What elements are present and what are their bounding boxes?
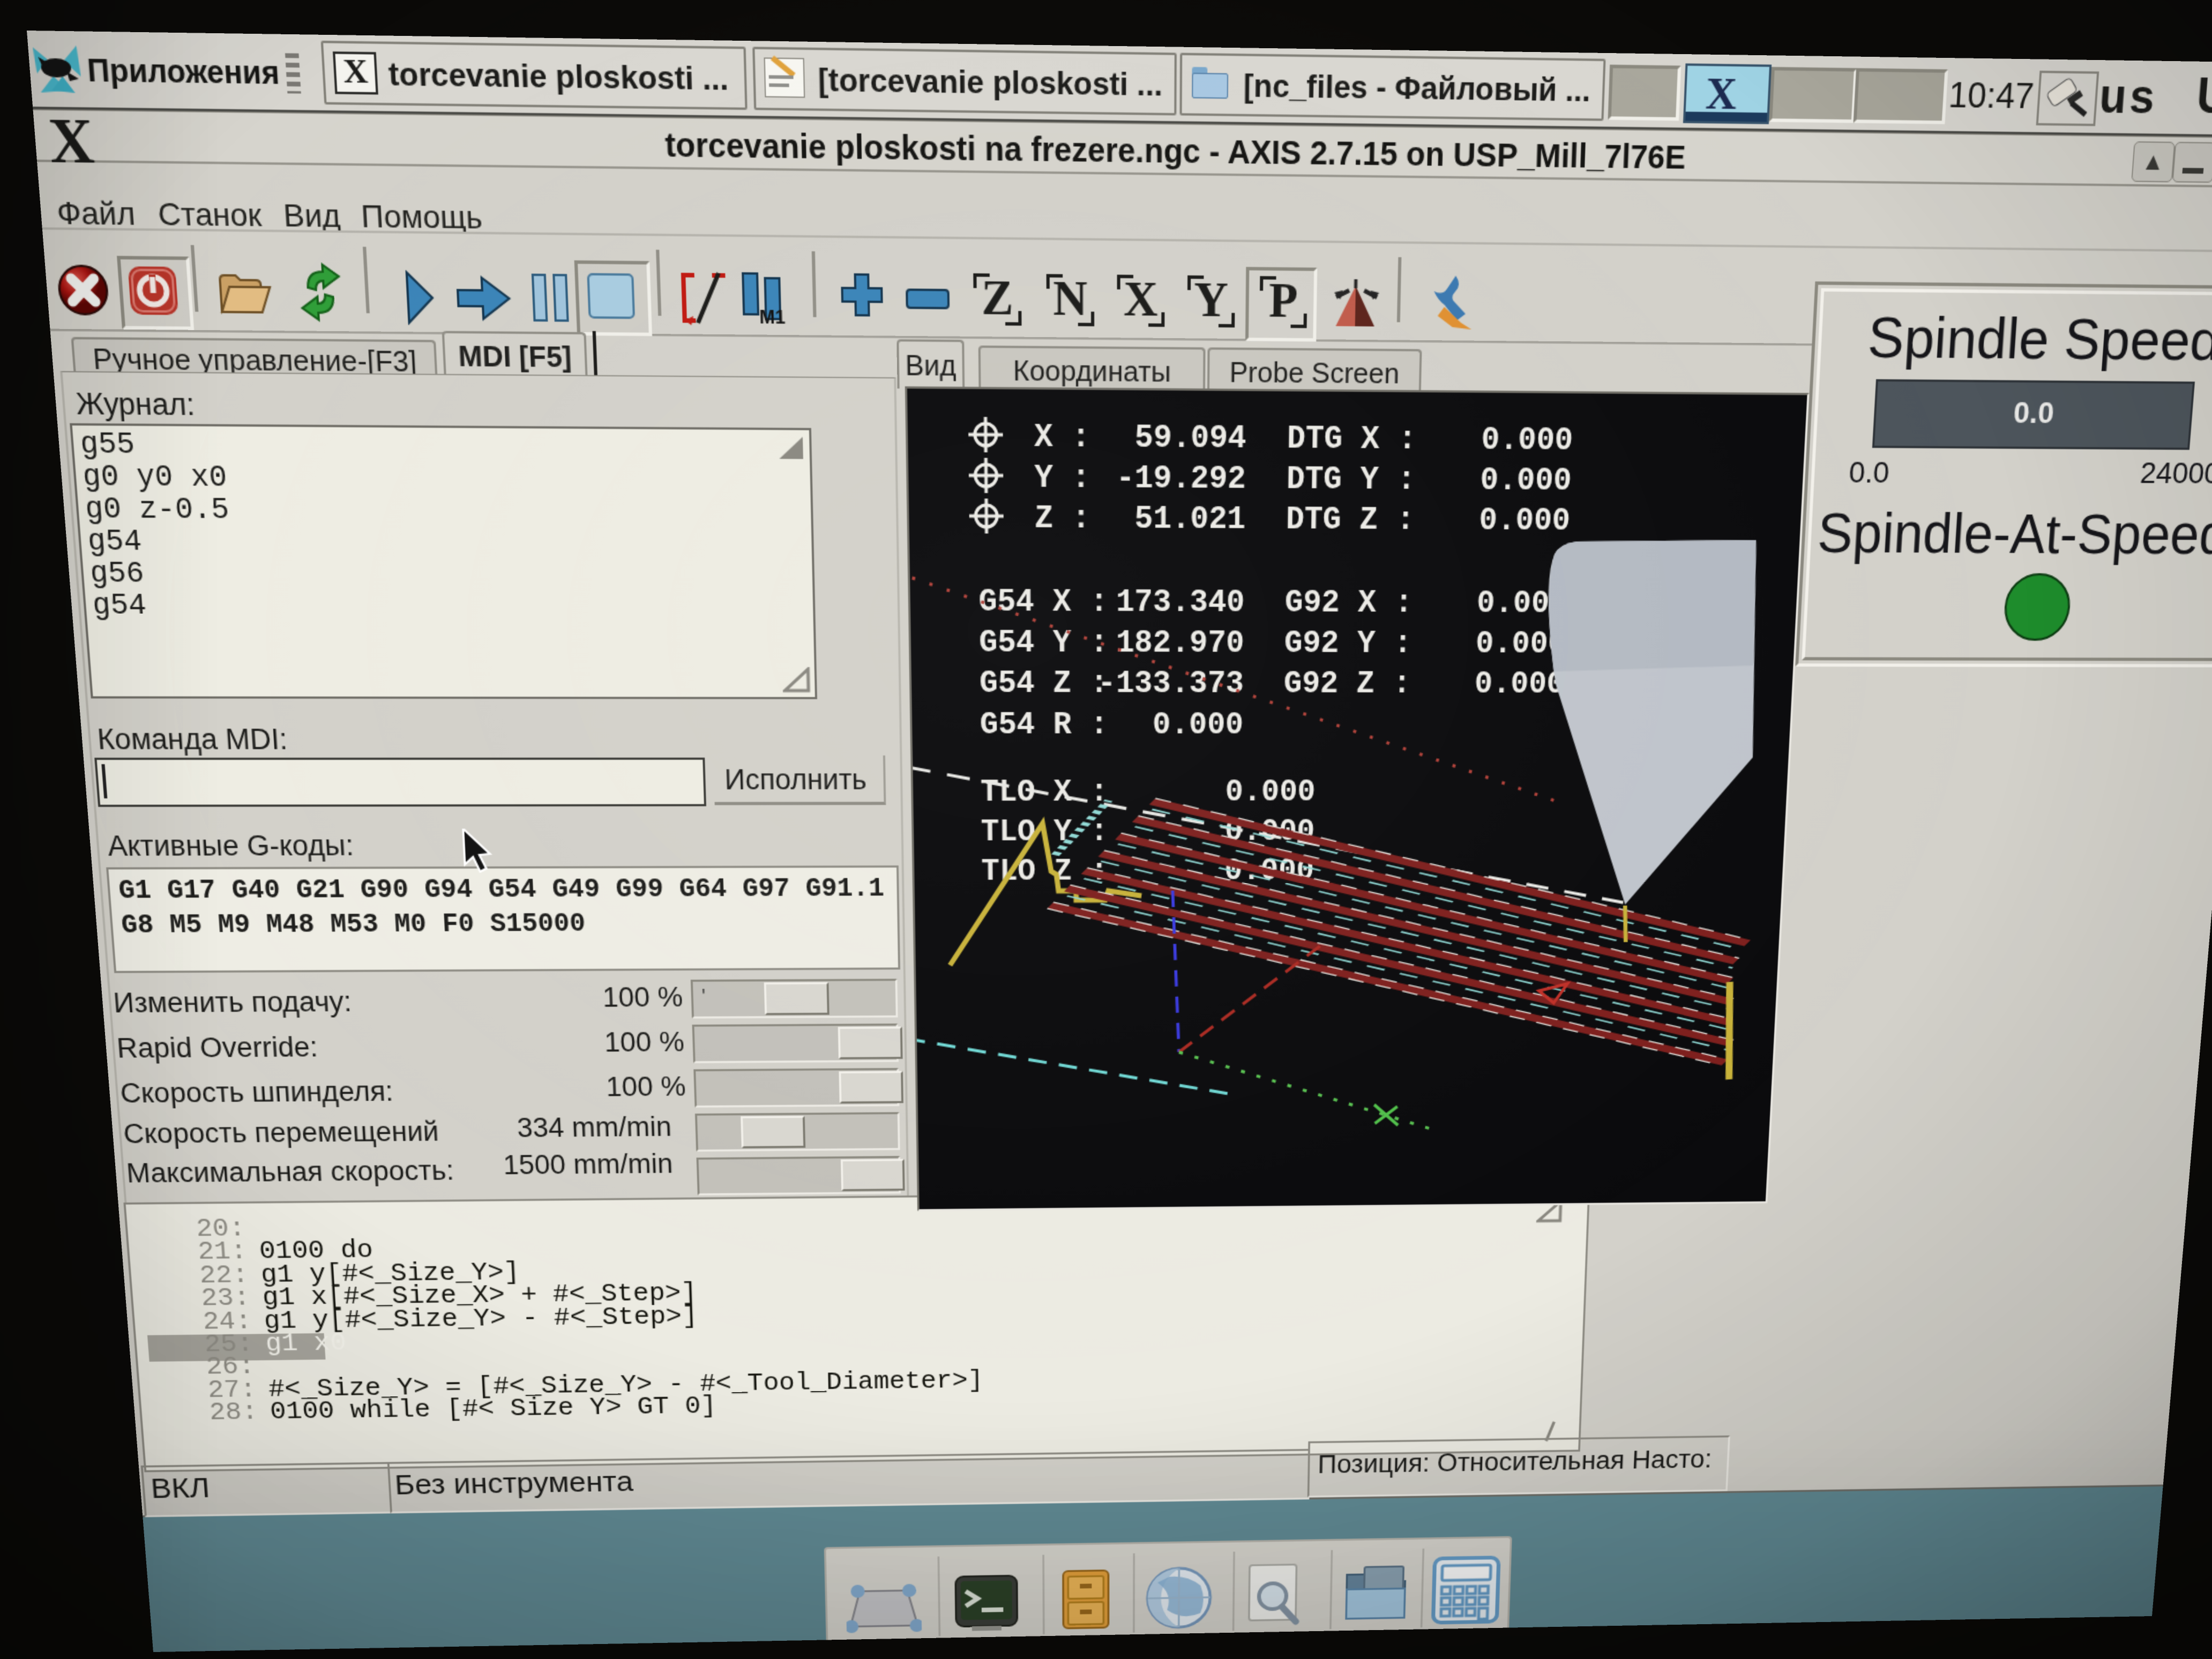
svg-text:DTG Z :: DTG Z : (1286, 503, 1415, 539)
svg-text:0.000: 0.000 (1474, 668, 1565, 703)
svg-text:173.340: 173.340 (1116, 585, 1245, 621)
svg-text:51.021: 51.021 (1134, 502, 1246, 538)
svg-text:G54 Y :: G54 Y : (979, 626, 1108, 661)
svg-text:0.000: 0.000 (1225, 776, 1316, 810)
svg-text:G54 X :: G54 X : (978, 585, 1108, 621)
svg-text:G54 R :: G54 R : (980, 708, 1108, 743)
svg-text:59.094: 59.094 (1135, 421, 1247, 458)
svg-text:G92 Y :: G92 Y : (1284, 626, 1412, 662)
svg-text:X :: X : (1034, 420, 1090, 457)
svg-text:G92 X :: G92 X : (1284, 586, 1413, 621)
svg-text:DTG Y :: DTG Y : (1286, 462, 1416, 499)
svg-text:Z :: Z : (1035, 502, 1090, 537)
svg-text:M1: M1 (759, 306, 786, 326)
svg-text:-19.292: -19.292 (1116, 461, 1246, 498)
svg-text:DTG X :: DTG X : (1287, 422, 1417, 459)
svg-text:0.000: 0.000 (1481, 423, 1573, 459)
svg-text:0.000: 0.000 (1478, 504, 1571, 540)
svg-text:0.000: 0.000 (1153, 708, 1244, 743)
svg-text:G54 Z :: G54 Z : (980, 667, 1109, 701)
svg-text:G92 Z :: G92 Z : (1283, 667, 1411, 702)
svg-text:0.000: 0.000 (1479, 464, 1572, 499)
svg-text:Y :: Y : (1034, 461, 1090, 497)
